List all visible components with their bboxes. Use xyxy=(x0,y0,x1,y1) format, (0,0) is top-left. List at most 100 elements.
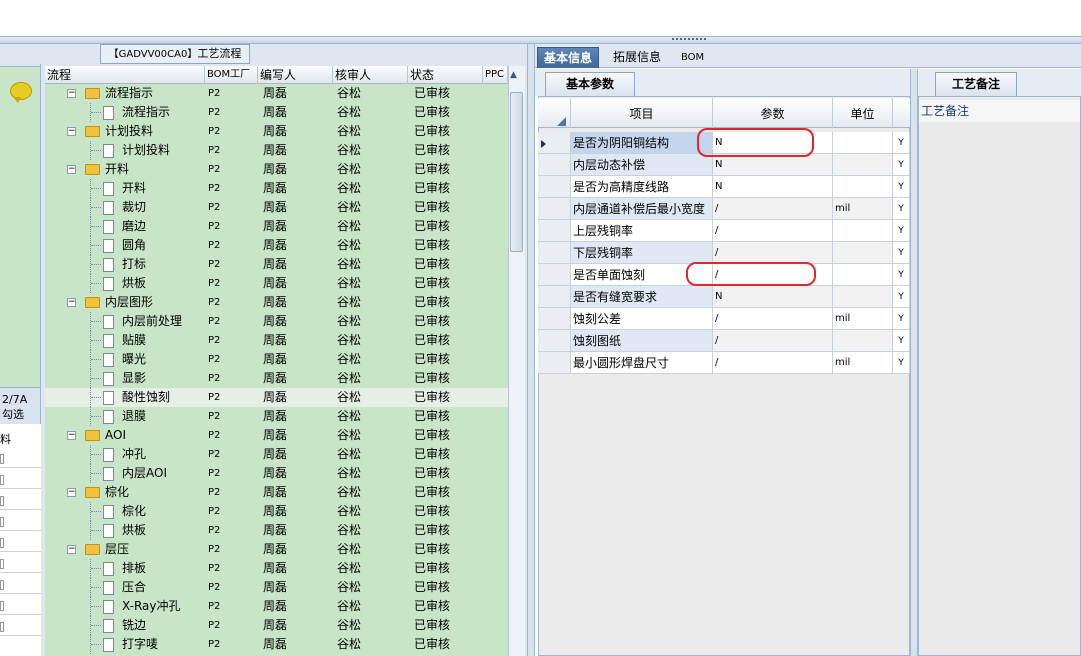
param-value[interactable]: / xyxy=(713,330,833,352)
collapse-toggle-icon[interactable]: − xyxy=(67,431,76,440)
param-unit[interactable]: mil xyxy=(833,198,893,220)
col-header-writer[interactable]: 编写人 xyxy=(258,66,333,84)
param-row[interactable]: 是否为高精度线路 N Y xyxy=(538,176,910,198)
param-row[interactable]: 上层残铜率 / Y xyxy=(538,220,910,242)
collapse-toggle-icon[interactable]: − xyxy=(67,89,76,98)
tab-extended-info[interactable]: 拓展信息 xyxy=(607,47,667,68)
tab-process-notes[interactable]: 工艺备注 xyxy=(935,72,1017,96)
vertical-splitter[interactable] xyxy=(527,44,535,656)
param-value[interactable]: / xyxy=(713,220,833,242)
tree-row[interactable]: − 流程指示 P2 周磊 谷松 已审核 xyxy=(45,84,508,103)
row-selector[interactable] xyxy=(538,352,571,374)
tree-row[interactable]: 计划投料 P2 周磊 谷松 已审核 xyxy=(45,141,508,160)
collapse-toggle-icon[interactable]: − xyxy=(67,298,76,307)
tree-row[interactable]: 铣边 P2 周磊 谷松 已审核 xyxy=(45,616,508,635)
tree-row[interactable]: 裁切 P2 周磊 谷松 已审核 xyxy=(45,198,508,217)
tree-row[interactable]: 打标 P2 周磊 谷松 已审核 xyxy=(45,255,508,274)
param-unit[interactable] xyxy=(833,242,893,264)
select-all-corner-icon[interactable] xyxy=(557,117,566,126)
param-value[interactable]: / xyxy=(713,352,833,374)
tree-row[interactable]: 排板 P2 周磊 谷松 已审核 xyxy=(45,559,508,578)
left-table-row[interactable] xyxy=(0,597,41,615)
left-table-cell[interactable] xyxy=(0,454,4,464)
left-table-cell[interactable] xyxy=(0,538,4,548)
vertical-splitter[interactable] xyxy=(910,69,918,656)
tree-row[interactable]: 磨边 P2 周磊 谷松 已审核 xyxy=(45,217,508,236)
row-selector[interactable] xyxy=(538,330,571,352)
left-table-cell[interactable] xyxy=(0,580,4,590)
param-value[interactable]: / xyxy=(713,308,833,330)
left-table-cell[interactable] xyxy=(0,475,4,485)
param-row[interactable]: 蚀刻图纸 / Y xyxy=(538,330,910,352)
param-unit[interactable] xyxy=(833,132,893,154)
param-unit[interactable] xyxy=(833,264,893,286)
param-value[interactable]: N xyxy=(713,176,833,198)
param-row[interactable]: 内层通道补偿后最小宽度 / mil Y xyxy=(538,198,910,220)
col-header-reviewer[interactable]: 核审人 xyxy=(333,66,408,84)
param-header-unit[interactable]: 单位 xyxy=(833,98,893,128)
row-selector[interactable] xyxy=(538,198,571,220)
param-value[interactable]: N xyxy=(713,286,833,308)
param-header-corner[interactable] xyxy=(538,98,571,128)
tree-row[interactable]: − 计划投料 P2 周磊 谷松 已审核 xyxy=(45,122,508,141)
tree-row[interactable]: 打字唛 P2 周磊 谷松 已审核 xyxy=(45,635,508,654)
collapse-toggle-icon[interactable]: − xyxy=(67,127,76,136)
row-selector[interactable] xyxy=(538,132,571,154)
left-table-cell[interactable] xyxy=(0,559,4,569)
row-selector[interactable] xyxy=(538,286,571,308)
row-selector[interactable] xyxy=(538,220,571,242)
tree-row[interactable]: 酸性蚀刻 P2 周磊 谷松 已审核 xyxy=(45,388,508,407)
tree-row[interactable]: − 层压 P2 周磊 谷松 已审核 xyxy=(45,540,508,559)
left-table-row[interactable] xyxy=(0,450,41,468)
left-table-cell[interactable] xyxy=(0,622,4,632)
notes-area[interactable] xyxy=(918,96,1081,656)
tree-row[interactable]: 退膜 P2 周磊 谷松 已审核 xyxy=(45,407,508,426)
row-selector[interactable] xyxy=(538,154,571,176)
param-value[interactable]: N xyxy=(713,154,833,176)
tree-row[interactable]: 内层前处理 P2 周磊 谷松 已审核 xyxy=(45,312,508,331)
param-value[interactable]: / xyxy=(713,242,833,264)
param-unit[interactable] xyxy=(833,154,893,176)
tree-row[interactable]: 棕化 P2 周磊 谷松 已审核 xyxy=(45,502,508,521)
param-unit[interactable]: mil xyxy=(833,308,893,330)
left-table-row[interactable] xyxy=(0,534,41,552)
horizontal-splitter[interactable] xyxy=(0,36,1081,44)
param-row[interactable]: 最小圆形焊盘尺寸 / mil Y xyxy=(538,352,910,374)
param-header-value[interactable]: 参数 xyxy=(713,98,833,128)
param-row[interactable]: 是否有缝宽要求 N Y xyxy=(538,286,910,308)
col-header-status[interactable]: 状态 xyxy=(408,66,483,84)
collapse-toggle-icon[interactable]: − xyxy=(67,165,76,174)
tree-row[interactable]: 圆角 P2 周磊 谷松 已审核 xyxy=(45,236,508,255)
param-row[interactable]: 内层动态补偿 N Y xyxy=(538,154,910,176)
row-selector[interactable] xyxy=(538,242,571,264)
param-unit[interactable] xyxy=(833,330,893,352)
tree-row[interactable]: 烘板 P2 周磊 谷松 已审核 xyxy=(45,274,508,293)
col-header-ppc[interactable]: PPC xyxy=(483,66,508,84)
row-selector[interactable] xyxy=(538,176,571,198)
left-table-cell[interactable] xyxy=(0,601,4,611)
tree-row[interactable]: X-Ray冲孔 P2 周磊 谷松 已审核 xyxy=(45,597,508,616)
row-selector[interactable] xyxy=(538,264,571,286)
row-selector[interactable] xyxy=(538,308,571,330)
left-table-cell[interactable] xyxy=(0,517,4,527)
left-table-cell[interactable] xyxy=(0,496,4,506)
param-row[interactable]: 蚀刻公差 / mil Y xyxy=(538,308,910,330)
param-header-item[interactable]: 项目 xyxy=(571,98,713,128)
tab-bom[interactable]: BOM xyxy=(675,47,710,68)
tree-row[interactable]: 贴膜 P2 周磊 谷松 已审核 xyxy=(45,331,508,350)
col-header-flow[interactable]: 流程 xyxy=(45,66,205,84)
check-select-label[interactable]: 勾选 xyxy=(2,406,24,422)
tree-row[interactable]: 开料 P2 周磊 谷松 已审核 xyxy=(45,179,508,198)
tree-row[interactable]: 显影 P2 周磊 谷松 已审核 xyxy=(45,369,508,388)
tree-row[interactable]: − 棕化 P2 周磊 谷松 已审核 xyxy=(45,483,508,502)
left-table-row[interactable] xyxy=(0,492,41,510)
tree-row[interactable]: − AOI P2 周磊 谷松 已审核 xyxy=(45,426,508,445)
tree-row[interactable]: − 内层图形 P2 周磊 谷松 已审核 xyxy=(45,293,508,312)
param-unit[interactable] xyxy=(833,286,893,308)
left-table-row[interactable] xyxy=(0,555,41,573)
tree-row[interactable]: 流程指示 P2 周磊 谷松 已审核 xyxy=(45,103,508,122)
left-table-row[interactable] xyxy=(0,471,41,489)
left-table-row[interactable] xyxy=(0,576,41,594)
param-unit[interactable] xyxy=(833,220,893,242)
param-unit[interactable]: mil xyxy=(833,352,893,374)
